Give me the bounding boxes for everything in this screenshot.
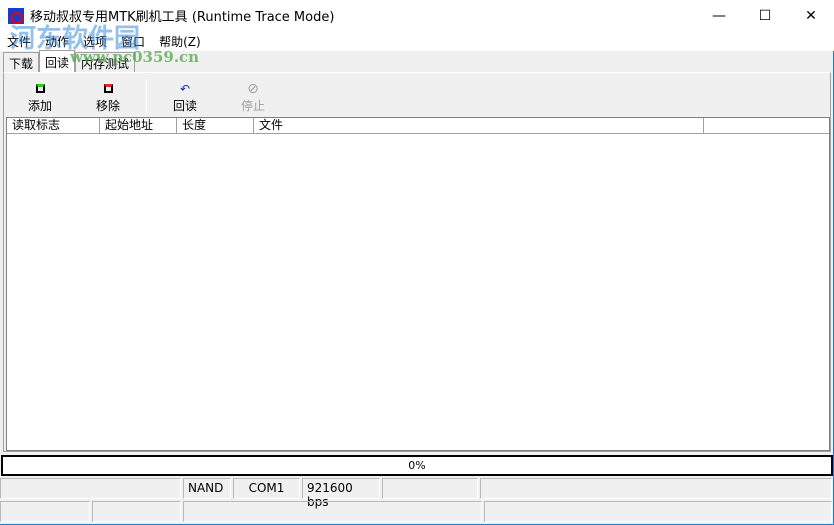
- minimize-button[interactable]: —: [696, 0, 742, 31]
- tab-download[interactable]: 下载: [3, 52, 40, 72]
- menu-window[interactable]: 窗口: [114, 31, 152, 51]
- status-bar-2: [0, 501, 834, 522]
- status-bar-1: NAND COM1 921600 bps: [0, 478, 834, 509]
- menu-help[interactable]: 帮助(Z): [152, 31, 208, 51]
- tab-memory-test[interactable]: 内存测试: [75, 52, 136, 72]
- progress-text: 0%: [408, 459, 426, 472]
- status-cell: [480, 478, 832, 499]
- add-icon: [35, 81, 45, 97]
- status-cell: [182, 501, 483, 522]
- readback-panel: 添加 移除 ↶ 回读 ⊘ 停止 读取标志 起始地址 长度 文件: [3, 72, 831, 452]
- column-read-flag[interactable]: 读取标志: [7, 118, 100, 133]
- status-cell: [382, 478, 478, 499]
- status-cell: [0, 501, 90, 522]
- remove-label: 移除: [95, 99, 120, 113]
- remove-button[interactable]: 移除: [74, 75, 142, 117]
- toolbar-separator: [146, 79, 147, 113]
- remove-icon: [103, 81, 113, 97]
- stop-icon: ⊘: [247, 81, 259, 97]
- undo-icon: ↶: [179, 82, 191, 96]
- column-length[interactable]: 长度: [177, 118, 254, 133]
- toolbar: 添加 移除 ↶ 回读 ⊘ 停止: [4, 75, 287, 117]
- status-cell: [484, 501, 832, 522]
- status-port: COM1: [233, 478, 300, 499]
- menu-bar: 文件 动作 选项 窗口 帮助(Z): [0, 31, 834, 51]
- add-button[interactable]: 添加: [6, 75, 74, 117]
- column-file[interactable]: 文件: [254, 118, 704, 133]
- add-label: 添加: [27, 99, 52, 113]
- tab-strip: 下载 回读 内存测试: [3, 50, 136, 72]
- progress-bar: 0%: [1, 455, 833, 476]
- menu-file[interactable]: 文件: [0, 31, 38, 51]
- status-baudrate: 921600 bps: [302, 478, 380, 509]
- menu-action[interactable]: 动作: [38, 31, 76, 51]
- maximize-button[interactable]: ☐: [742, 0, 788, 31]
- stop-button[interactable]: ⊘ 停止: [219, 75, 287, 117]
- tab-readback[interactable]: 回读: [39, 50, 76, 72]
- menu-options[interactable]: 选项: [76, 31, 114, 51]
- readback-label: 回读: [172, 99, 197, 113]
- status-storage: NAND: [183, 478, 231, 499]
- status-cell: [91, 501, 181, 522]
- column-start-address[interactable]: 起始地址: [100, 118, 177, 133]
- list-header: 读取标志 起始地址 长度 文件: [7, 118, 829, 134]
- app-icon[interactable]: [8, 7, 24, 24]
- stop-label: 停止: [240, 99, 265, 113]
- title-bar: 移动叔叔专用MTK刷机工具 (Runtime Trace Mode) — ☐ ✕: [0, 0, 834, 31]
- close-button[interactable]: ✕: [788, 0, 834, 31]
- readback-button[interactable]: ↶ 回读: [151, 75, 219, 117]
- readback-list[interactable]: 读取标志 起始地址 长度 文件: [6, 117, 830, 451]
- status-cell: [0, 478, 181, 499]
- window-title: 移动叔叔专用MTK刷机工具 (Runtime Trace Mode): [30, 10, 335, 25]
